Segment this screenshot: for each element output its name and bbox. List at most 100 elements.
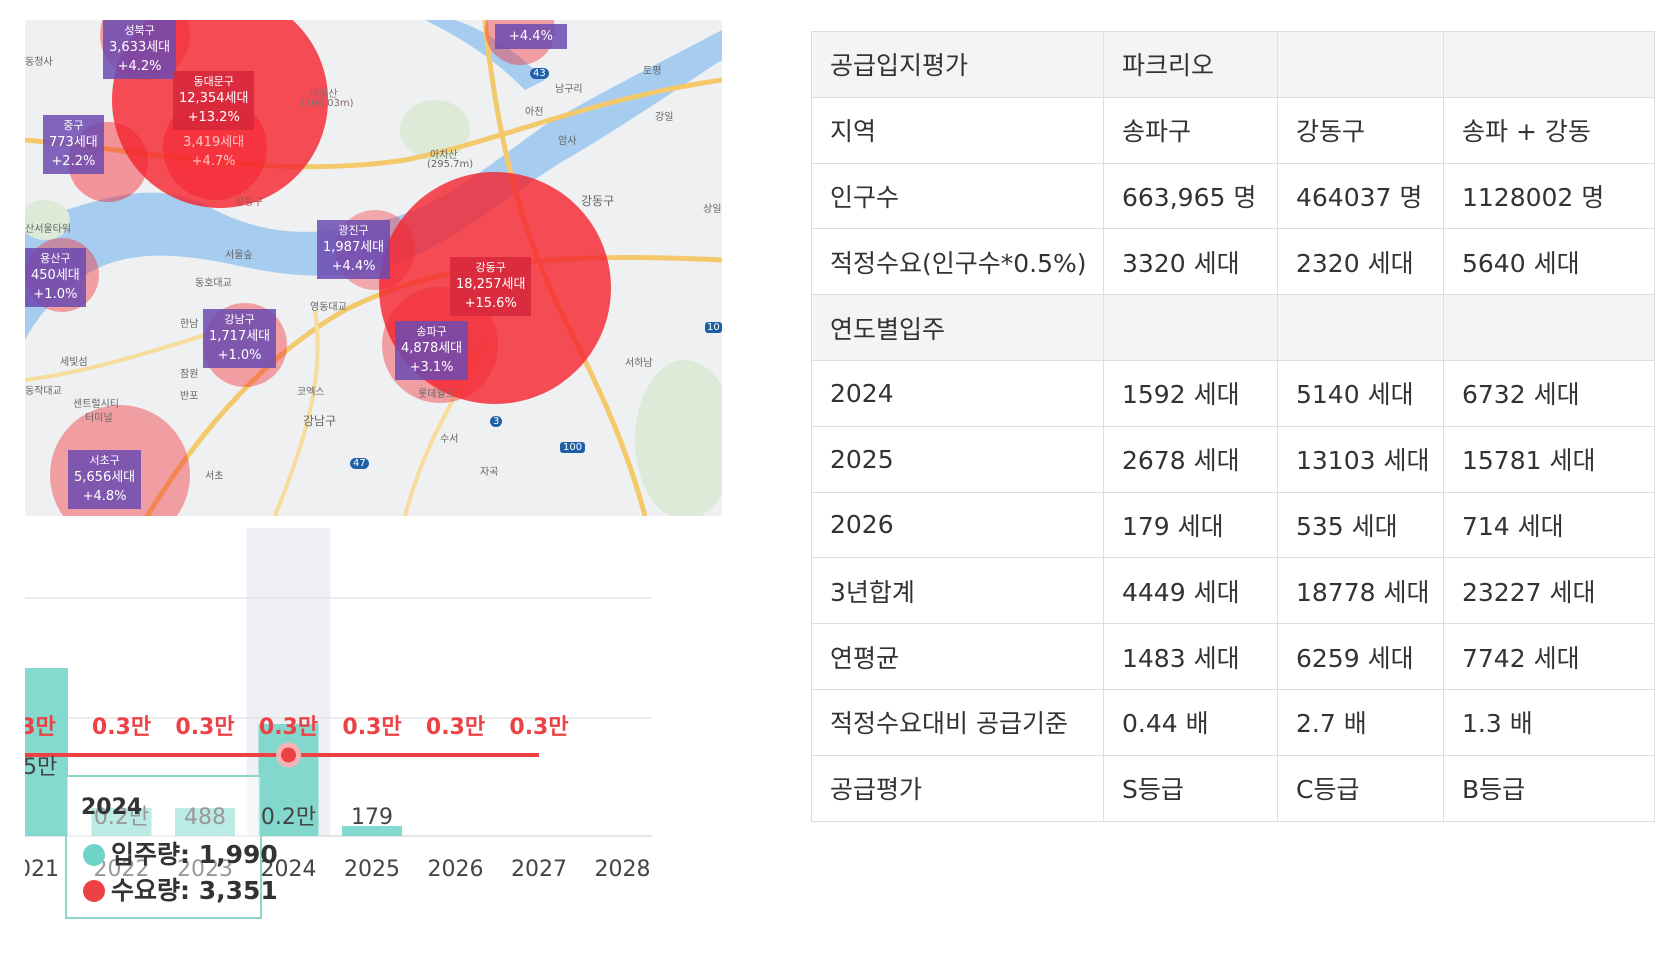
district-badge[interactable]: +4.4% (495, 24, 567, 49)
place-label: 수서 (440, 434, 459, 445)
district-badge[interactable]: 강남구 1,717세대 +1.0% (203, 309, 277, 368)
supply-label: 0.2만 (261, 805, 316, 830)
table-cell: 535 세대 (1277, 491, 1444, 559)
district-name: 송파구 (416, 325, 447, 338)
table-cell: 714 세대 (1443, 491, 1655, 559)
district-badge[interactable]: 용산구 450세대 +1.0% (25, 248, 86, 307)
district-change: +4.4% (509, 29, 553, 44)
district-name: 성북구 (124, 24, 155, 37)
place-label: 롯데월드 (418, 389, 455, 400)
table-cell: 464037 명 (1277, 162, 1444, 230)
district-badge[interactable]: 3,419세대 +4.7% (177, 130, 250, 174)
district-households: 12,354세대 (179, 91, 249, 106)
table-cell: 1483 세대 (1103, 623, 1278, 690)
district-change: +4.7% (191, 154, 236, 169)
supply-demand-chart[interactable]: 0.2만 488 0.2만 179 3만 0.3만 0.3만 0.3만 0.3만 0.3만 0.3만… (25, 528, 722, 954)
place-label: 강동구 (581, 194, 615, 208)
table-cell (1277, 294, 1444, 361)
place-label: 영동대교 (310, 302, 347, 313)
place-label: 반포 (180, 391, 199, 402)
district-badge[interactable]: 중구 773세대 +2.2% (43, 115, 104, 174)
district-change: +4.4% (331, 259, 376, 274)
district-households: 450세대 (31, 268, 80, 283)
demand-point-2024 (276, 742, 301, 768)
place-label: 동청사 (25, 57, 53, 68)
district-change: +13.2% (187, 110, 240, 125)
district-households: 3,419세대 (183, 135, 245, 150)
table-cell: 2.7 배 (1277, 688, 1444, 756)
place-label: 아천 (525, 107, 544, 118)
place-label: 터미널 (85, 413, 113, 424)
table-cell: 663,965 명 (1103, 162, 1278, 230)
district-change: +2.2% (51, 154, 96, 169)
table-cell (1443, 294, 1655, 361)
table-cell: 5640 세대 (1443, 228, 1655, 296)
table-cell: 인구수 (811, 162, 1104, 230)
demand-label: 3만 (25, 715, 56, 740)
district-change: +1.0% (217, 348, 262, 363)
district-badge[interactable]: 동대문구 12,354세대 +13.2% (173, 71, 255, 130)
supply-map[interactable]: 동청사 남구리 토평 아천 강일 암사 아차산 (295.7m) 강동구 상일 … (25, 20, 722, 516)
table-cell: S등급 (1103, 754, 1278, 822)
tooltip-supply-text: 입주량: 1,990 (111, 840, 278, 869)
demand-label: 0.3만 (92, 715, 151, 740)
table-cell: 13103 세대 (1277, 425, 1444, 493)
table-cell: 연평균 (811, 623, 1104, 690)
table-cell: 4449 세대 (1103, 557, 1278, 625)
table-row: 2025 2678 세대 13103 세대 15781 세대 (811, 425, 1655, 493)
district-name: 강동구 (475, 261, 506, 274)
x-tick-label: 021 (25, 857, 59, 882)
table-cell (1443, 31, 1655, 98)
place-label: 강일 (655, 112, 674, 123)
table-cell: 23227 세대 (1443, 557, 1655, 625)
district-households: 773세대 (49, 135, 98, 150)
district-households: 1,717세대 (209, 329, 271, 344)
district-badge[interactable]: 광진구 1,987세대 +4.4% (317, 220, 391, 279)
district-name: 중구 (63, 119, 84, 132)
place-label: 산서울타워 (25, 224, 71, 235)
supply-evaluation-table: 공급입지평가 파크리오 지역 송파구 강동구 송파 + 강동 인구수 663,965 명 464… (811, 31, 1655, 822)
table-cell: 2026 (811, 491, 1104, 559)
place-label: 잠원 (180, 369, 199, 380)
district-name: 동대문구 (193, 75, 234, 88)
table-cell: 적정수요대비 공급기준 (811, 688, 1104, 756)
place-label: 암사 (558, 136, 577, 147)
table-cell: 공급평가 (811, 754, 1104, 822)
district-name: 서초구 (89, 454, 120, 467)
table-cell: B등급 (1443, 754, 1655, 822)
place-label: 서하남 (625, 358, 653, 369)
district-change: +4.8% (82, 489, 127, 504)
table-cell: 3년합계 (811, 557, 1104, 625)
table-row: 연평균 1483 세대 6259 세대 7742 세대 (811, 623, 1655, 690)
table-cell: 3320 세대 (1103, 228, 1278, 296)
district-badge[interactable]: 송파구 4,878세대 +3.1% (395, 321, 469, 380)
highway-shield: 47 (350, 458, 369, 469)
x-tick-label: 2027 (511, 857, 567, 882)
table-cell: 적정수요(인구수*0.5%) (811, 228, 1104, 296)
district-change: +4.2% (117, 59, 162, 74)
district-badge[interactable]: 성북구 3,633세대 +4.2% (103, 20, 177, 79)
district-change: +3.1% (409, 360, 454, 375)
tooltip-year: 2024 (81, 795, 143, 820)
table-row: 2024 1592 세대 5140 세대 6732 세대 (811, 359, 1655, 427)
table-cell: 강동구 (1277, 96, 1444, 164)
demand-label: 0.3만 (175, 715, 234, 740)
district-badge[interactable]: 서초구 5,656세대 +4.8% (68, 450, 142, 509)
tooltip-demand: 수요량: 3,351 (83, 871, 278, 907)
district-households: 18,257세대 (456, 277, 526, 292)
district-households: 5,656세대 (74, 470, 136, 485)
highway-shield: 10 (705, 322, 722, 333)
demand-label: 0.3만 (426, 715, 485, 740)
table-cell: 1592 세대 (1103, 359, 1278, 427)
district-households: 4,878세대 (401, 341, 463, 356)
district-badge[interactable]: 강동구 18,257세대 +15.6% (450, 257, 532, 316)
table-row: 공급평가 S등급 C등급 B등급 (811, 754, 1655, 822)
x-tick-label: 2026 (428, 857, 484, 882)
table-cell: 공급입지평가 (811, 31, 1104, 98)
table-cell: 1128002 명 (1443, 162, 1655, 230)
table-cell: 15781 세대 (1443, 425, 1655, 493)
table-cell: 2678 세대 (1103, 425, 1278, 493)
place-label: 성동구 (235, 197, 263, 208)
district-name: 광진구 (338, 224, 369, 237)
place-label: 코엑스 (297, 387, 325, 398)
